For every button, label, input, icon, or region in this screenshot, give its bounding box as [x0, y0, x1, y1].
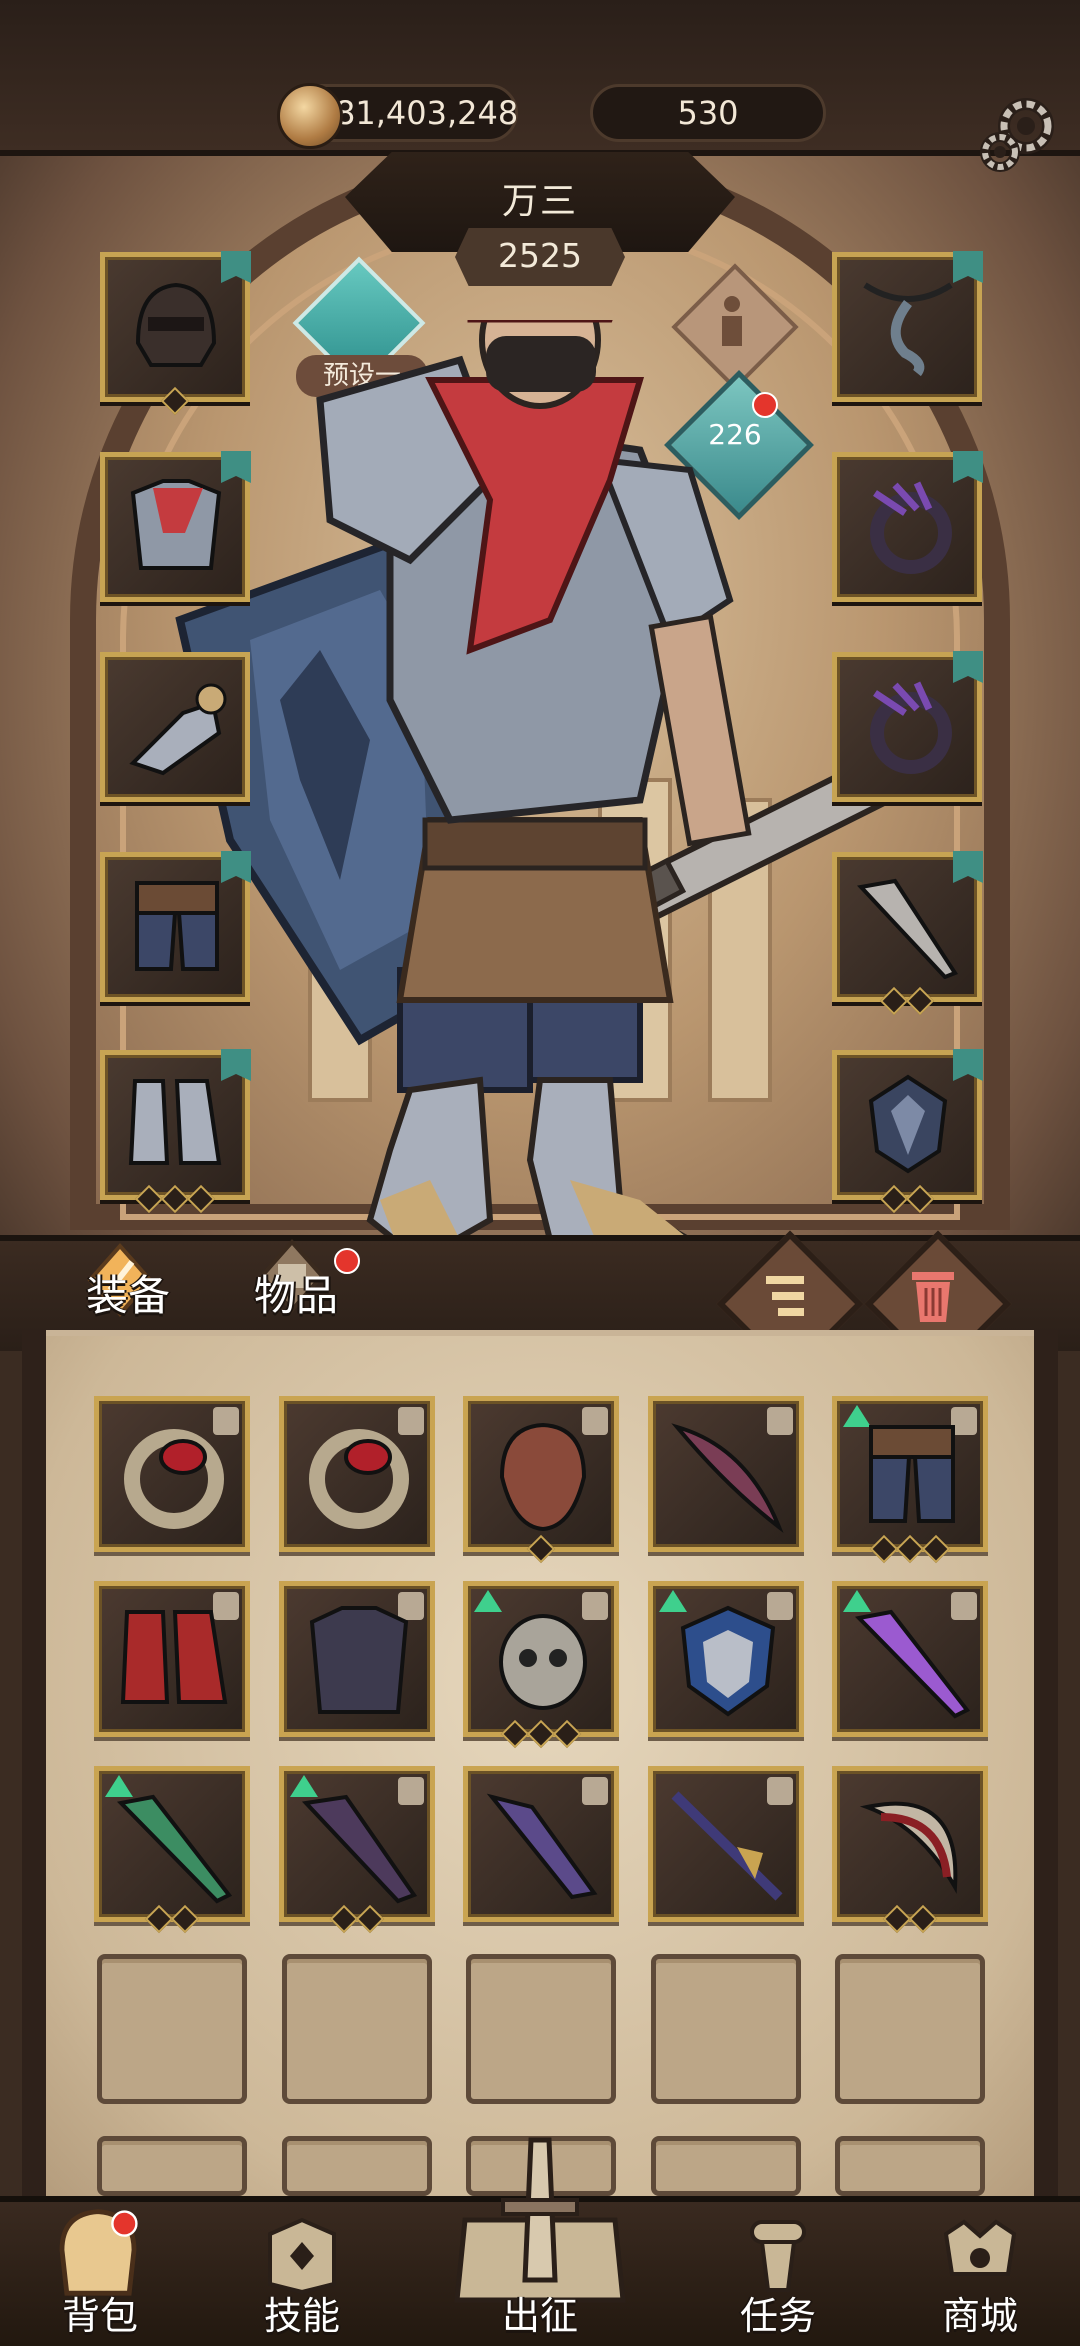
tab-equipment[interactable]: 装备: [86, 1262, 170, 1323]
bag-item[interactable]: [463, 1766, 619, 1922]
equip-slot-pants[interactable]: [100, 851, 251, 1002]
nav-skills[interactable]: 技能: [222, 2196, 382, 2340]
equip-slot-ring-1[interactable]: [832, 451, 983, 602]
bag-item[interactable]: [94, 1766, 250, 1934]
gold-amount: 81,403,248: [335, 94, 519, 132]
settings-gear-icon[interactable]: [972, 92, 1058, 178]
sort-icon: [766, 1276, 804, 1316]
backpack-icon: [59, 2209, 138, 2296]
bag-item[interactable]: [94, 1581, 250, 1737]
nav-label: 任务: [739, 2294, 816, 2338]
pants-icon: [135, 881, 219, 971]
empty-slot[interactable]: [651, 1954, 801, 2104]
dagger-icon: [486, 1793, 598, 1900]
hero-character: [175, 320, 910, 1280]
ring-icon: [309, 1429, 409, 1529]
blade-icon: [671, 1423, 784, 1534]
pants-icon: [869, 1425, 955, 1523]
empty-slot[interactable]: [97, 2136, 247, 2196]
equip-slot-ring-2[interactable]: [832, 651, 983, 802]
equip-slot-offhand[interactable]: [832, 1049, 983, 1214]
bag-item[interactable]: [279, 1766, 435, 1934]
sword-icon: [854, 1609, 971, 1719]
shield-icon: [680, 1605, 776, 1717]
trash-icon: [912, 1272, 954, 1322]
tab-items[interactable]: 物品: [254, 1262, 338, 1323]
scroll-icon: [750, 2220, 806, 2292]
nav-expedition[interactable]: 出征: [460, 2196, 620, 2340]
empty-slot[interactable]: [466, 1954, 616, 2104]
nav-label: 技能: [263, 2294, 340, 2338]
skill-book-icon: [268, 2217, 336, 2294]
boots-icon: [120, 1610, 228, 1704]
sword-icon: [116, 1794, 233, 1904]
bag-item[interactable]: [832, 1396, 988, 1564]
gauntlet-icon: [129, 683, 227, 776]
bag-item[interactable]: [648, 1766, 804, 1922]
chest-armor-icon: [130, 479, 222, 570]
equip-slot-necklace[interactable]: [832, 251, 983, 402]
bag-item[interactable]: [279, 1581, 435, 1737]
mask-icon: [499, 1422, 587, 1532]
empty-slot[interactable]: [835, 2136, 985, 2196]
empty-slot[interactable]: [97, 1954, 247, 2104]
ring-icon: [124, 1429, 224, 1529]
empty-slot[interactable]: [282, 2136, 432, 2196]
equip-slot-weapon[interactable]: [832, 851, 983, 1016]
nav-backpack[interactable]: 背包: [20, 2196, 180, 2340]
blade-icon: [301, 1794, 418, 1904]
hero-name: 万三: [501, 181, 578, 222]
nav-shop[interactable]: 商城: [900, 2196, 1060, 2340]
bag-item[interactable]: [832, 1581, 988, 1737]
empty-slot[interactable]: [835, 1954, 985, 2104]
equip-slot-boots[interactable]: [100, 1049, 251, 1214]
nav-label: 出征: [501, 2294, 578, 2338]
armor-icon: [309, 1606, 409, 1714]
necklace-icon: [863, 282, 953, 377]
bag-item[interactable]: [279, 1396, 435, 1552]
nav-quests[interactable]: 任务: [698, 2196, 858, 2340]
sword-icon: [857, 878, 959, 979]
ring-icon: [870, 681, 952, 774]
gem-amount: 530: [677, 94, 739, 132]
helmet-icon: [135, 282, 217, 367]
gold-counter[interactable]: 81,403,248: [277, 83, 519, 149]
gold-coin-icon: [277, 83, 343, 149]
bag-item[interactable]: [94, 1396, 250, 1552]
equip-slot-chest[interactable]: [100, 451, 251, 602]
top-bar: [0, 0, 1080, 156]
equip-slot-helmet[interactable]: [100, 251, 251, 416]
scythe-icon: [859, 1801, 958, 1894]
boots-icon: [128, 1079, 222, 1165]
bag-item[interactable]: [463, 1581, 619, 1749]
gem-counter[interactable]: 530: [590, 84, 826, 142]
empty-slot[interactable]: [651, 2136, 801, 2196]
empty-slot[interactable]: [282, 1954, 432, 2104]
bag-item[interactable]: [648, 1581, 804, 1737]
skull-helm-icon: [499, 1614, 587, 1710]
bag-item[interactable]: [463, 1396, 619, 1564]
nav-label: 商城: [941, 2294, 1018, 2338]
shield-icon: [868, 1074, 948, 1174]
spear-icon: [671, 1791, 783, 1901]
shop-icon: [943, 2219, 1017, 2276]
nav-label: 背包: [61, 2294, 138, 2338]
bag-item[interactable]: [648, 1396, 804, 1552]
ring-icon: [870, 481, 952, 574]
bag-item[interactable]: [832, 1766, 988, 1934]
equip-slot-gauntlet[interactable]: [100, 652, 250, 802]
